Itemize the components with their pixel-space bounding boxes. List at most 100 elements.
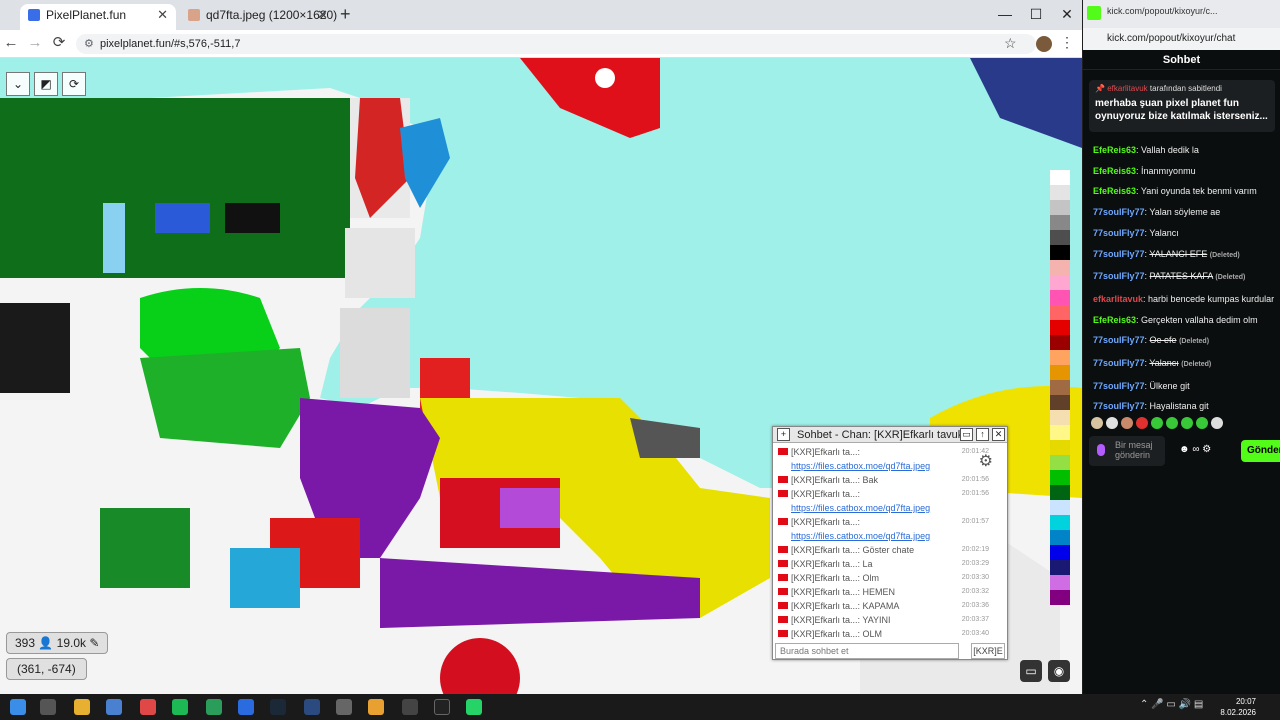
url-field[interactable]: ⚙ pixelplanet.fun/#s,576,-511,7: [76, 34, 1036, 54]
forward-button[interactable]: →: [24, 34, 46, 52]
profile-avatar[interactable]: [1036, 36, 1052, 52]
palette-swatch[interactable]: [1050, 215, 1070, 230]
gear-icon[interactable]: ⚙: [979, 451, 993, 471]
palette-swatch[interactable]: [1050, 455, 1070, 470]
emote-icon[interactable]: [1106, 417, 1118, 429]
palette-swatch[interactable]: [1050, 380, 1070, 395]
palette-swatch[interactable]: [1050, 530, 1070, 545]
chat-toggle-icon[interactable]: ▭: [1020, 660, 1042, 682]
close-chat-icon[interactable]: ✕: [992, 428, 1005, 441]
infinity-icon[interactable]: ∞: [1192, 444, 1199, 455]
channel-select[interactable]: [KXR]E: [971, 643, 1005, 659]
chat-username[interactable]: efkarlitavuk: [1093, 294, 1143, 304]
chat-link[interactable]: https://files.catbox.moe/qd7fta.jpeg: [791, 461, 930, 471]
whatsapp-icon[interactable]: [466, 699, 482, 715]
chat-username[interactable]: 77soulFly77: [1093, 207, 1145, 217]
system-tray[interactable]: ⌃ 🎤 ▭ 🔊 ▤: [1140, 699, 1203, 710]
obs-icon[interactable]: [434, 699, 450, 715]
pixel-canvas[interactable]: ⌄ ◩ ⟳ 393 👤 19.0k ✎ (361, -674) + Sohbet…: [0, 58, 1082, 694]
emote-icon[interactable]: [1196, 417, 1208, 429]
app-icon-3[interactable]: [304, 699, 320, 715]
palette-swatch[interactable]: [1050, 590, 1070, 605]
palette-swatch[interactable]: [1050, 425, 1070, 440]
game-chat-input[interactable]: Burada sohbet et: [775, 643, 959, 659]
palette-swatch[interactable]: [1050, 545, 1070, 560]
maximize-button[interactable]: ☐: [1021, 4, 1051, 24]
settings-gear-icon[interactable]: ⚙: [1202, 444, 1211, 455]
emoji-icon[interactable]: ☻: [1179, 444, 1190, 455]
copilot-icon[interactable]: [140, 699, 156, 715]
palette-swatch[interactable]: [1050, 485, 1070, 500]
chat-username[interactable]: 77soulFly77: [1093, 249, 1145, 259]
palette-swatch[interactable]: [1050, 290, 1070, 305]
send-button[interactable]: Gönder: [1241, 440, 1280, 462]
canvas-select-button[interactable]: ◩: [34, 72, 58, 96]
emote-icon[interactable]: [1181, 417, 1193, 429]
palette-swatch[interactable]: [1050, 410, 1070, 425]
steam-icon[interactable]: [270, 699, 286, 715]
chat-username[interactable]: EfeReis63: [1093, 166, 1136, 176]
chat-username[interactable]: 77soulFly77: [1093, 335, 1145, 345]
palette-swatch[interactable]: [1050, 230, 1070, 245]
site-info-icon[interactable]: ⚙: [84, 34, 94, 54]
palette-swatch[interactable]: [1050, 470, 1070, 485]
chat-username[interactable]: EfeReis63: [1093, 315, 1136, 325]
add-channel-icon[interactable]: +: [777, 428, 790, 441]
app-icon[interactable]: [206, 699, 222, 715]
chat-username[interactable]: 77soulFly77: [1093, 358, 1145, 368]
palette-swatch[interactable]: [1050, 170, 1070, 185]
app-icon-2[interactable]: [238, 699, 254, 715]
kick-url-field[interactable]: kick.com/popout/kixoyur/chat: [1083, 28, 1280, 50]
palette-swatch[interactable]: [1050, 245, 1070, 260]
close-tab-icon[interactable]: ✕: [317, 4, 328, 26]
bookmark-star-icon[interactable]: ☆: [1004, 35, 1017, 52]
collapse-menu-button[interactable]: ⌄: [6, 72, 30, 96]
palette-swatch[interactable]: [1050, 320, 1070, 335]
app-icon-4[interactable]: [402, 699, 418, 715]
emote-bar[interactable]: [1091, 416, 1277, 430]
close-tab-icon[interactable]: ✕: [157, 4, 168, 26]
tab-pixelplanet[interactable]: PixelPlanet.fun ✕: [20, 4, 176, 30]
palette-swatch[interactable]: [1050, 365, 1070, 380]
settings-app-icon[interactable]: [336, 699, 352, 715]
back-button[interactable]: ←: [0, 34, 22, 52]
emote-icon[interactable]: [1166, 417, 1178, 429]
palette-swatch[interactable]: [1050, 395, 1070, 410]
palette-swatch[interactable]: [1050, 500, 1070, 515]
palette-swatch[interactable]: [1050, 185, 1070, 200]
chrome-icon[interactable]: [368, 699, 384, 715]
chat-username[interactable]: 77soulFly77: [1093, 228, 1145, 238]
start-icon[interactable]: [10, 699, 26, 715]
color-palette[interactable]: [1050, 170, 1070, 650]
chat-username[interactable]: EfeReis63: [1093, 145, 1136, 155]
palette-swatch[interactable]: [1050, 560, 1070, 575]
pinned-by-user[interactable]: efkarlitavuk: [1107, 84, 1147, 93]
maximize-chat-icon[interactable]: ↑: [976, 428, 989, 441]
clock[interactable]: 20:07 8.02.2026: [1220, 696, 1256, 718]
chat-username[interactable]: 77soulFly77: [1093, 271, 1145, 281]
chat-link[interactable]: https://files.catbox.moe/qd7fta.jpeg: [791, 531, 930, 541]
emote-icon[interactable]: [1151, 417, 1163, 429]
palette-toggle-icon[interactable]: ◉: [1048, 660, 1070, 682]
palette-swatch[interactable]: [1050, 575, 1070, 590]
chat-username[interactable]: 77soulFly77: [1093, 381, 1145, 391]
palette-swatch[interactable]: [1050, 305, 1070, 320]
tab-image[interactable]: qd7fta.jpeg (1200×1620) ✕: [180, 4, 337, 30]
chat-username[interactable]: EfeReis63: [1093, 186, 1136, 196]
palette-swatch[interactable]: [1050, 200, 1070, 215]
reload-button[interactable]: ⟳: [48, 34, 70, 52]
emote-icon[interactable]: [1121, 417, 1133, 429]
settings-button[interactable]: ⟳: [62, 72, 86, 96]
task-view-icon[interactable]: [40, 699, 56, 715]
chat-username[interactable]: 77soulFly77: [1093, 401, 1145, 411]
emote-icon[interactable]: [1211, 417, 1223, 429]
palette-swatch[interactable]: [1050, 350, 1070, 365]
minimize-chat-icon[interactable]: ▭: [960, 428, 973, 441]
palette-swatch[interactable]: [1050, 260, 1070, 275]
file-explorer-icon[interactable]: [74, 699, 90, 715]
close-window-button[interactable]: ✕: [1052, 4, 1082, 24]
spotify-icon[interactable]: [172, 699, 188, 715]
palette-swatch[interactable]: [1050, 515, 1070, 530]
kick-message-input[interactable]: Bir mesaj gönderin: [1089, 436, 1165, 466]
emote-icon[interactable]: [1136, 417, 1148, 429]
